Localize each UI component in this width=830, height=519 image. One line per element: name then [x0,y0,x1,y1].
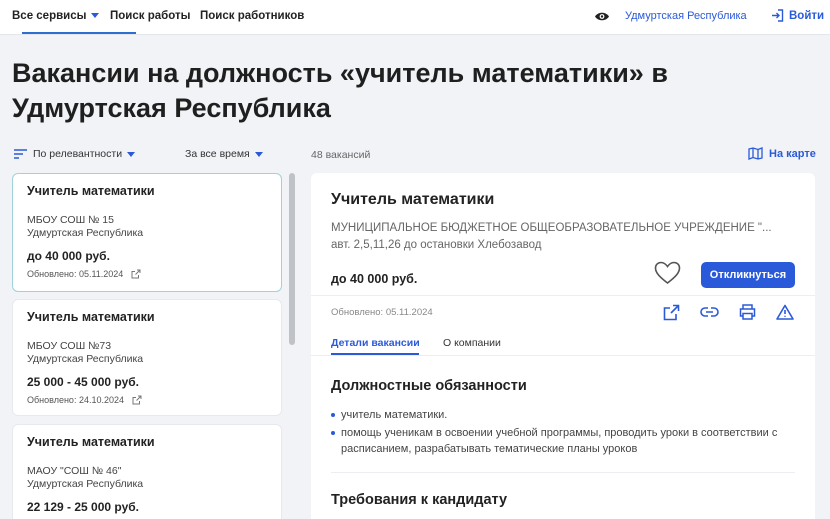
external-link-icon[interactable] [132,395,142,405]
login-label: Войти [789,9,825,22]
vacancy-updated-date: Обновлено: 24.10.2024 [27,395,124,405]
vacancy-detail-panel: Учитель математики МУНИЦИПАЛЬНОЕ БЮДЖЕТН… [311,173,815,519]
tab-vacancy-details[interactable]: Детали вакансии [331,337,420,349]
vacancy-card[interactable]: Учитель математики МАОУ "СОШ № 46" Удмур… [12,424,282,519]
vacancy-title: Учитель математики [27,184,155,198]
vacancy-salary: до 40 000 руб. [27,249,110,263]
report-button[interactable] [775,302,795,322]
favorite-heart-icon[interactable] [654,261,681,285]
map-label: На карте [769,147,816,160]
requirements-heading: Требования к кандидату [331,492,508,508]
duties-list: учитель математики. помощь ученикам в ос… [331,407,801,459]
login-button[interactable]: Войти [771,9,824,22]
open-external-button[interactable] [661,302,681,322]
vacancy-title: Учитель математики [27,435,155,449]
divider [311,295,815,296]
divider [311,355,815,356]
active-nav-underline [22,32,136,34]
divider [331,472,795,473]
chevron-down-icon [91,13,100,19]
accessibility-eye-icon[interactable] [594,11,610,22]
active-tab-underline [331,353,419,355]
detail-actions [661,302,795,322]
print-button[interactable] [737,302,757,322]
list-item: помощь ученикам в освоении учебной прогр… [331,425,801,457]
vacancy-card[interactable]: Учитель математики МБОУ СОШ № 15 Удмуртс… [12,173,282,292]
vacancy-region: Удмуртская Республика [27,353,144,365]
all-services-menu[interactable]: Все сервисы [12,10,100,22]
detail-salary: до 40 000 руб. [331,272,418,286]
vacancy-card[interactable]: Учитель математики МБОУ СОШ №73 Удмуртск… [12,299,282,416]
login-icon [772,9,784,22]
top-navigation-bar: Все сервисы Поиск работы Поиск работнико… [0,0,830,35]
link-icon [699,307,719,317]
warning-icon [776,304,794,320]
nav-employee-search[interactable]: Поиск работников [200,10,304,22]
apply-button[interactable]: Откликнуться [701,262,795,288]
vacancy-count: 48 вакансий [311,149,371,161]
vacancy-updated-date: Обновлено: 05.11.2024 [27,269,124,279]
period-label: За все время [185,148,250,160]
detail-title: Учитель математики [331,191,495,208]
vacancy-title: Учитель математики [27,310,155,324]
chevron-down-icon [127,151,136,157]
vacancy-employer: МАОУ "СОШ № 46" [27,465,122,477]
print-icon [739,304,755,320]
nav-job-search[interactable]: Поиск работы [110,10,190,22]
period-dropdown[interactable]: За все время [185,148,263,160]
vacancy-salary: 22 129 - 25 000 руб. [27,500,139,514]
map-view-button[interactable]: На карте [748,147,816,160]
vacancy-employer: МБОУ СОШ №73 [27,340,112,352]
sort-label: По релевантности [33,148,123,160]
vacancy-date-row: Обновлено: 24.10.2024 [27,395,267,405]
chevron-down-icon [254,151,263,157]
vacancy-region: Удмуртская Республика [27,478,144,490]
region-selector[interactable]: Удмуртская Республика [625,10,747,22]
vacancy-region: Удмуртская Республика [27,227,144,239]
all-services-label: Все сервисы [12,10,87,22]
list-scrollbar[interactable] [289,173,295,345]
vacancy-salary: 25 000 - 45 000 руб. [27,375,139,389]
map-icon [748,147,763,160]
tab-about-company[interactable]: О компании [443,337,501,349]
sort-icon [14,149,27,159]
detail-updated-date: Обновлено: 05.11.2024 [331,307,433,318]
page-title: Вакансии на должность «учитель математик… [12,58,668,123]
detail-address: авт. 2,5,11,26 до остановки Хлебозавод [331,239,542,251]
duties-heading: Должностные обязанности [331,378,527,394]
external-link-icon [663,304,679,320]
detail-employer: МУНИЦИПАЛЬНОЕ БЮДЖЕТНОЕ ОБЩЕОБРАЗОВАТЕЛЬ… [331,222,772,234]
external-link-icon[interactable] [131,269,141,279]
copy-link-button[interactable] [699,302,719,322]
list-item: учитель математики. [331,407,801,423]
vacancy-date-row: Обновлено: 05.11.2024 [27,269,267,279]
vacancy-employer: МБОУ СОШ № 15 [27,214,114,226]
sort-dropdown[interactable]: По релевантности [14,148,136,160]
